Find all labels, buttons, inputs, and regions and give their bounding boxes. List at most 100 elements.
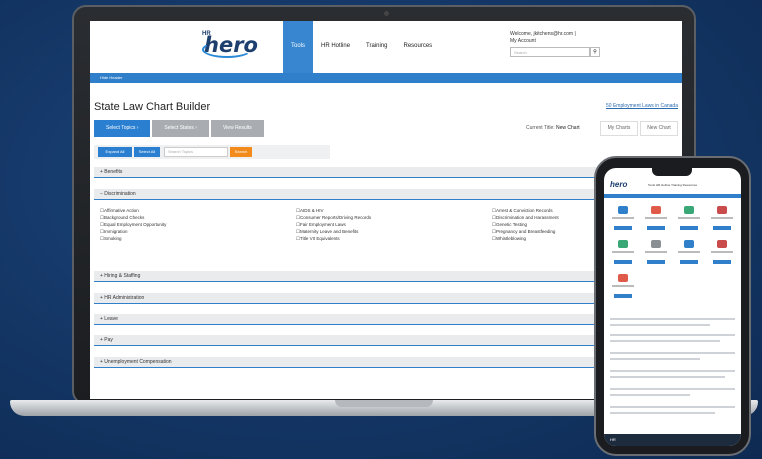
topic-checkbox[interactable]: Whistleblowing (492, 235, 559, 242)
card-text (645, 251, 667, 253)
tool-icon (651, 240, 661, 248)
step-wizard: Select Topics › Select States › View Res… (94, 120, 266, 137)
topic-search-button[interactable]: Search (230, 147, 252, 157)
card-text (612, 285, 634, 287)
page-title: State Law Chart Builder (94, 101, 211, 113)
topic-checkbox[interactable]: Genetic Testing (492, 221, 559, 228)
search-icon[interactable]: ⚲ (590, 47, 600, 57)
phone-tool-card[interactable] (676, 206, 702, 232)
tool-icon (717, 240, 727, 248)
phone-text-line (610, 358, 700, 360)
card-button[interactable] (614, 260, 632, 264)
topic-checkbox[interactable]: Fair Employment Laws (296, 221, 371, 228)
card-text (711, 217, 733, 219)
tool-icon (717, 206, 727, 214)
phone-text-line (610, 334, 735, 336)
card-text (612, 251, 634, 253)
camera-icon (384, 11, 389, 16)
discrimination-topics: Affirmative Action Background Checks Equ… (100, 207, 680, 259)
section-hr-administration[interactable]: + HR Administration (94, 293, 678, 304)
tab-my-charts[interactable]: My Charts (600, 121, 638, 136)
phone-nav[interactable]: Tools HR Hotline Training Resources (648, 183, 697, 187)
hide-header-bar: Hide Header (90, 73, 682, 83)
topic-checkbox[interactable]: Immigration (100, 228, 166, 235)
select-all-button[interactable]: Select All (134, 147, 160, 157)
section-discrimination[interactable]: − Discrimination (94, 189, 678, 200)
nav-hr-hotline[interactable]: HR Hotline (313, 21, 358, 73)
section-hiring-staffing[interactable]: + Hiring & Staffing (94, 271, 678, 282)
topic-search-input[interactable]: Search Topics (164, 147, 228, 157)
topic-checkbox[interactable]: Pregnancy and Breastfeeding (492, 228, 559, 235)
card-button[interactable] (614, 294, 632, 298)
tool-icon (618, 274, 628, 282)
phone-tool-card[interactable] (610, 206, 636, 232)
phone-tool-card[interactable] (709, 206, 735, 232)
card-text (678, 217, 700, 219)
section-leave[interactable]: + Leave (94, 314, 678, 325)
topic-checkbox[interactable]: Discrimination and Harassment (492, 214, 559, 221)
laptop-notch (335, 400, 433, 407)
card-button[interactable] (680, 260, 698, 264)
topic-checkbox[interactable]: Maternity Leave and Benefits (296, 228, 371, 235)
card-button[interactable] (713, 226, 731, 230)
card-button[interactable] (713, 260, 731, 264)
header-search-input[interactable]: Search (510, 47, 590, 57)
card-button[interactable] (647, 226, 665, 230)
phone-tool-card[interactable] (676, 240, 702, 266)
topics-column-2: AIDS & HIV Consumer Reports/Driving Reco… (296, 207, 371, 242)
phone-tool-card[interactable] (709, 240, 735, 266)
topic-checkbox[interactable]: AIDS & HIV (296, 207, 371, 214)
card-text (678, 251, 700, 253)
phone-logo[interactable]: hero (610, 180, 627, 189)
phone-frame: hero Tools HR Hotline Training Resources (594, 156, 751, 456)
phone-text-line (610, 406, 735, 408)
canada-laws-link[interactable]: 50 Employment Laws in Canada (606, 103, 678, 109)
nav-tools[interactable]: Tools (283, 21, 314, 73)
card-text (645, 217, 667, 219)
phone-screen: hero Tools HR Hotline Training Resources (604, 168, 741, 446)
card-button[interactable] (647, 260, 665, 264)
step-select-states[interactable]: Select States › (152, 120, 209, 137)
phone-tool-card[interactable] (610, 274, 636, 300)
phone-footer: HR (604, 434, 741, 446)
tool-icon (618, 240, 628, 248)
card-text (711, 251, 733, 253)
section-pay[interactable]: + Pay (94, 335, 678, 346)
topic-checkbox[interactable]: Smoking (100, 235, 166, 242)
card-button[interactable] (680, 226, 698, 230)
tool-icon (651, 206, 661, 214)
my-account-link[interactable]: My Account (510, 38, 576, 45)
phone-text-line (610, 394, 690, 396)
phone-text-line (610, 388, 735, 390)
topic-checkbox[interactable]: Title VII Equivalents (296, 235, 371, 242)
topics-column-1: Affirmative Action Background Checks Equ… (100, 207, 166, 242)
hide-header-link[interactable]: Hide Header (100, 75, 122, 80)
topic-checkbox[interactable]: Consumer Reports/Driving Records (296, 214, 371, 221)
step-select-topics[interactable]: Select Topics › (94, 120, 151, 137)
topic-checkbox[interactable]: Affirmative Action (100, 207, 166, 214)
tab-new-chart[interactable]: New Chart (640, 121, 678, 136)
topics-column-3: Arrest & Conviction Records Discriminati… (492, 207, 559, 242)
card-button[interactable] (614, 226, 632, 230)
expand-all-button[interactable]: Expand All (98, 147, 132, 157)
welcome-block: Welcome, jkitchens@hr.com | My Account (510, 31, 576, 45)
hr-hero-logo[interactable]: HR hero (202, 31, 258, 59)
nav-resources[interactable]: Resources (396, 21, 441, 73)
topic-checkbox[interactable]: Background Checks (100, 214, 166, 221)
step-view-results[interactable]: View Results (210, 120, 264, 137)
nav-training[interactable]: Training (358, 21, 395, 73)
welcome-text: Welcome, jkitchens@hr.com | (510, 31, 576, 37)
phone-tool-card[interactable] (643, 240, 669, 266)
section-benefits[interactable]: + Benefits (94, 167, 678, 178)
tool-icon (618, 206, 628, 214)
phone-text-line (610, 412, 715, 414)
logo-swoosh-icon (202, 41, 252, 58)
site-header: HR hero Tools HR Hotline Training Resour… (90, 21, 682, 73)
phone-tool-card[interactable] (610, 240, 636, 266)
section-unemployment[interactable]: + Unemployment Compensation (94, 357, 678, 368)
topic-checkbox[interactable]: Arrest & Conviction Records (492, 207, 559, 214)
phone-tool-card[interactable] (643, 206, 669, 232)
phone-text-line (610, 370, 735, 372)
topic-checkbox[interactable]: Equal Employment Opportunity (100, 221, 166, 228)
phone-footer-logo: HR (610, 437, 616, 442)
